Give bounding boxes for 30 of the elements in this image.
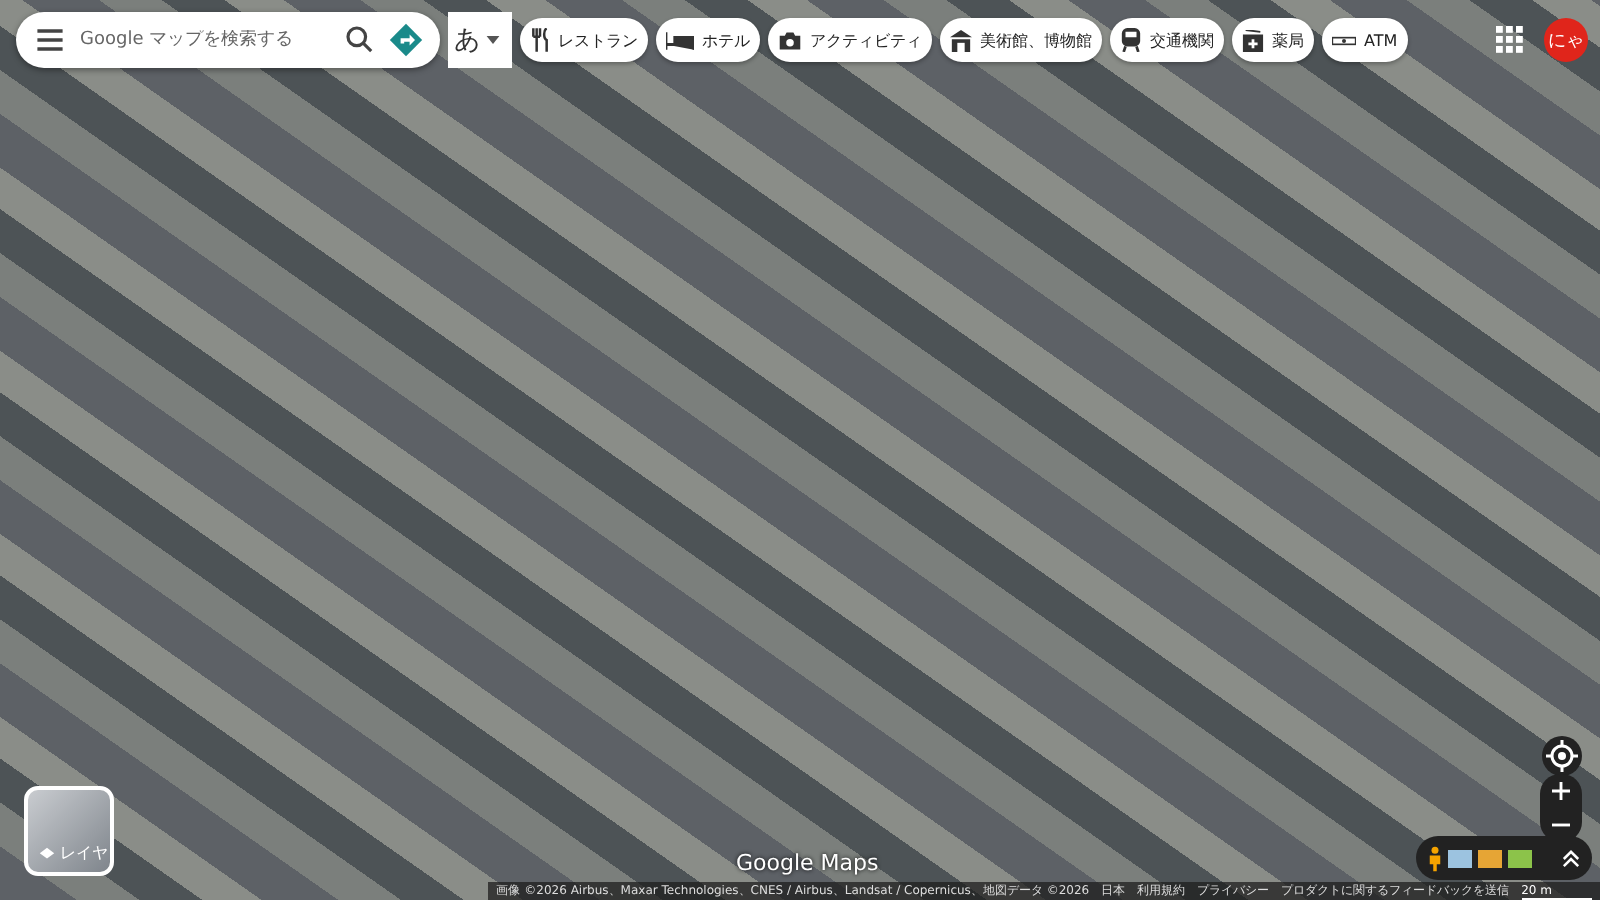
pegman-icon[interactable] xyxy=(1428,845,1442,871)
directions-icon[interactable] xyxy=(388,22,424,58)
category-chip[interactable]: レストラン xyxy=(520,18,648,62)
caret-icon xyxy=(486,36,500,44)
category-chip[interactable]: 美術館、博物館 xyxy=(940,18,1102,62)
map-thumbnail[interactable] xyxy=(1508,849,1532,867)
category-chip[interactable]: アクティビティ xyxy=(768,18,932,62)
layers-icon xyxy=(38,846,56,864)
expand-icon[interactable] xyxy=(1562,849,1580,867)
fork-knife-icon xyxy=(530,28,550,52)
category-chip[interactable]: 薬局 xyxy=(1232,18,1314,62)
account-avatar[interactable]: にゃ xyxy=(1544,18,1588,62)
google-maps-logo: Google Maps xyxy=(736,850,879,876)
atm-icon xyxy=(1332,35,1356,45)
category-chip[interactable]: ATM xyxy=(1322,18,1408,62)
category-chip[interactable]: ホテル xyxy=(656,18,760,62)
input-method-button[interactable]: あ xyxy=(448,12,512,68)
apps-grid-icon[interactable] xyxy=(1496,26,1524,54)
category-chip[interactable]: 交通機関 xyxy=(1110,18,1224,62)
map-thumbnail[interactable] xyxy=(1448,849,1472,867)
map-thumbnail[interactable] xyxy=(1478,849,1502,867)
zoom-controls[interactable] xyxy=(1540,774,1582,842)
train-icon xyxy=(1120,28,1142,52)
my-location-icon[interactable] xyxy=(1542,736,1582,776)
museum-icon xyxy=(950,29,972,51)
zoom-in-icon[interactable] xyxy=(1552,782,1570,800)
bed-icon xyxy=(666,31,694,49)
pharmacy-icon xyxy=(1242,29,1264,51)
search-icon[interactable] xyxy=(344,24,376,56)
camera-icon xyxy=(778,29,802,51)
